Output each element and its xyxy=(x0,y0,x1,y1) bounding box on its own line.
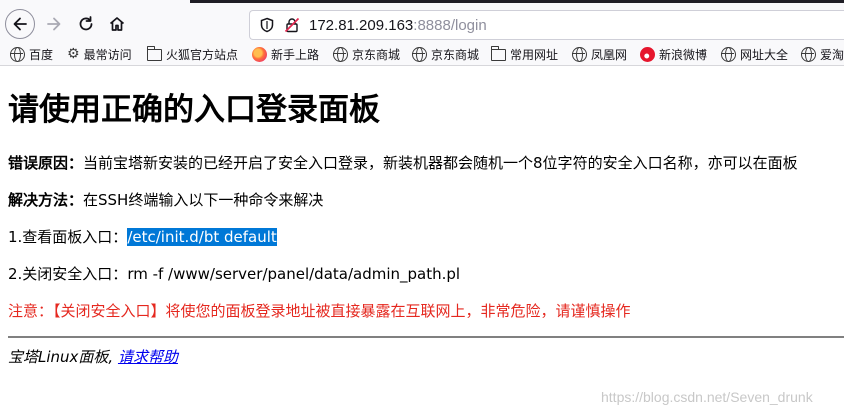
bookmark-label: 网址大全 xyxy=(740,47,789,62)
bookmark-hao123[interactable]: 网址大全 xyxy=(721,45,788,63)
bookmark-aitao[interactable]: 爱淘 xyxy=(801,45,844,63)
solution-label: 解决方法： xyxy=(8,191,84,209)
bookmark-jd-1[interactable]: 京东商城 xyxy=(333,45,400,63)
url-host: 172.81.209.163 xyxy=(309,17,414,34)
insecure-lock-icon[interactable] xyxy=(284,17,300,33)
bookmark-weibo[interactable]: 新浪微博 xyxy=(640,45,707,63)
error-text: 当前宝塔新安装的已经开启了安全入口登录，新装机器都会随机一个8位字符的安全入口名… xyxy=(83,154,798,172)
bookmark-label: 凤凰网 xyxy=(591,47,628,62)
error-reason-line: 错误原因：当前宝塔新安装的已经开启了安全入口登录，新装机器都会随机一个8位字符的… xyxy=(8,152,798,174)
bookmark-most-visited[interactable]: ⚙ 最常访问 xyxy=(67,45,132,63)
globe-icon xyxy=(721,46,736,62)
tab-strip xyxy=(190,0,844,3)
bookmark-jd-2[interactable]: 京东商城 xyxy=(412,45,479,63)
shield-icon[interactable] xyxy=(259,17,275,33)
bookmark-label: 爱淘 xyxy=(820,47,844,62)
bookmark-label: 京东商城 xyxy=(352,47,401,62)
reload-icon xyxy=(79,16,93,31)
globe-icon xyxy=(412,46,427,62)
step-1-command[interactable]: /etc/init.d/bt default xyxy=(127,228,277,246)
error-label: 错误原因： xyxy=(8,154,84,172)
footer: 宝塔Linux面板, 请求帮助 xyxy=(8,346,178,368)
weibo-icon xyxy=(640,46,655,62)
forward-button[interactable] xyxy=(38,8,70,40)
solution-text: 在SSH终端输入以下一种命令来解决 xyxy=(83,191,324,209)
globe-icon xyxy=(333,46,348,62)
gear-icon: ⚙ xyxy=(67,46,80,62)
step-1-label: 1.查看面板入口： xyxy=(8,228,128,246)
bookmark-label: 火狐官方站点 xyxy=(166,47,239,62)
bookmark-getting-started[interactable]: 新手上路 xyxy=(252,45,319,63)
bookmark-baidu[interactable]: 百度 xyxy=(10,45,53,63)
folder-icon xyxy=(146,46,162,61)
globe-icon xyxy=(572,46,587,62)
arrow-left-icon xyxy=(13,17,27,31)
footer-text: 宝塔Linux面板, xyxy=(8,348,118,366)
arrow-right-icon xyxy=(47,17,61,31)
home-button[interactable] xyxy=(101,8,133,40)
warning-text: 注意：【关闭安全入口】将使您的面板登录地址被直接暴露在互联网上，非常危险，请谨慎… xyxy=(8,302,631,320)
firefox-icon xyxy=(252,46,267,62)
bookmark-label: 新手上路 xyxy=(271,47,320,62)
folder-icon xyxy=(490,46,506,61)
bookmark-ifeng[interactable]: 凤凰网 xyxy=(572,45,627,63)
home-icon xyxy=(109,17,125,31)
navigation-toolbar: 172.81.209.163:8888/login xyxy=(0,4,844,42)
step-1-line: 1.查看面板入口：/etc/init.d/bt default xyxy=(8,226,277,248)
step-2-label: 2.关闭安全入口： xyxy=(8,265,128,283)
bookmark-label: 最常访问 xyxy=(83,47,132,62)
bookmark-label: 常用网址 xyxy=(510,47,559,62)
url-path: :8888/login xyxy=(413,17,487,34)
watermark: https://blog.csdn.net/Seven_drunk xyxy=(601,389,813,405)
bookmarks-toolbar: 百度 ⚙ 最常访问 火狐官方站点 新手上路 京东商城 京东商城 常用网址 凤凰网 … xyxy=(0,42,844,66)
help-link[interactable]: 请求帮助 xyxy=(118,348,178,366)
back-button[interactable] xyxy=(5,9,35,39)
page-title: 请使用正确的入口登录面板 xyxy=(8,92,380,128)
divider xyxy=(8,336,844,338)
bookmark-label: 百度 xyxy=(29,47,54,62)
step-2-line: 2.关闭安全入口：rm -f /www/server/panel/data/ad… xyxy=(8,263,460,285)
url-text[interactable]: 172.81.209.163:8888/login xyxy=(309,17,487,35)
bookmark-label: 京东商城 xyxy=(431,47,480,62)
address-bar[interactable]: 172.81.209.163:8888/login xyxy=(249,10,844,40)
bookmark-label: 新浪微博 xyxy=(659,47,708,62)
bookmark-common-sites[interactable]: 常用网址 xyxy=(490,45,559,63)
solution-line: 解决方法：在SSH终端输入以下一种命令来解决 xyxy=(8,189,323,211)
reload-button[interactable] xyxy=(70,8,102,40)
globe-icon xyxy=(801,46,816,62)
bookmark-firefox-official[interactable]: 火狐官方站点 xyxy=(146,45,239,63)
step-2-command[interactable]: rm -f /www/server/panel/data/admin_path.… xyxy=(127,265,460,283)
globe-icon xyxy=(10,46,25,62)
